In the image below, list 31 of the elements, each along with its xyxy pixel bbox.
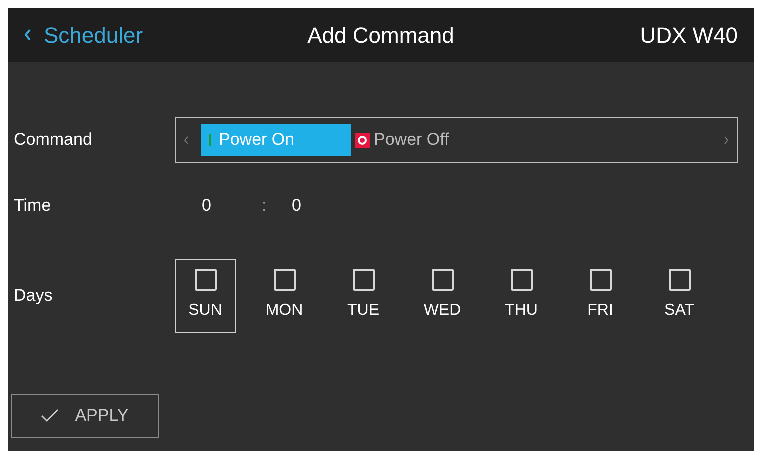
checkbox-icon	[194, 268, 216, 290]
apply-button[interactable]: APPLY	[11, 394, 159, 438]
power-off-icon	[355, 132, 370, 148]
hours-field[interactable]: 0	[202, 193, 262, 218]
scroll-left-icon[interactable]	[184, 136, 189, 144]
days-label: Days	[14, 284, 54, 307]
day-toggle[interactable]: SUN	[175, 258, 236, 332]
checkbox-icon	[590, 268, 612, 290]
checkbox-icon	[510, 268, 532, 290]
scroll-right-icon[interactable]	[724, 136, 729, 144]
command-selector[interactable]: Power On Power Off	[175, 117, 738, 163]
day-toggle[interactable]: THU	[491, 258, 552, 332]
day-toggle[interactable]: SAT	[649, 258, 710, 332]
day-toggle[interactable]: MON	[254, 258, 315, 332]
check-icon	[41, 409, 60, 423]
checkbox-icon	[274, 268, 296, 290]
time-label: Time	[14, 195, 52, 217]
day-toggle[interactable]: WED	[412, 258, 473, 332]
day-toggle[interactable]: TUE	[333, 258, 394, 332]
checkbox-icon	[668, 268, 690, 290]
back-icon	[24, 29, 32, 41]
command-label: Command	[14, 129, 94, 152]
checkbox-icon	[432, 268, 454, 290]
command-option[interactable]: Power Off	[351, 124, 454, 156]
checkbox-icon	[352, 268, 374, 290]
day-toggle[interactable]: FRI	[570, 258, 631, 332]
back-button[interactable]: Scheduler	[24, 18, 244, 52]
time-separator: :	[262, 195, 268, 217]
page-title: Add Command	[306, 22, 456, 50]
device-name: UDX W40	[639, 22, 738, 50]
minutes-field[interactable]: 0	[292, 193, 302, 218]
